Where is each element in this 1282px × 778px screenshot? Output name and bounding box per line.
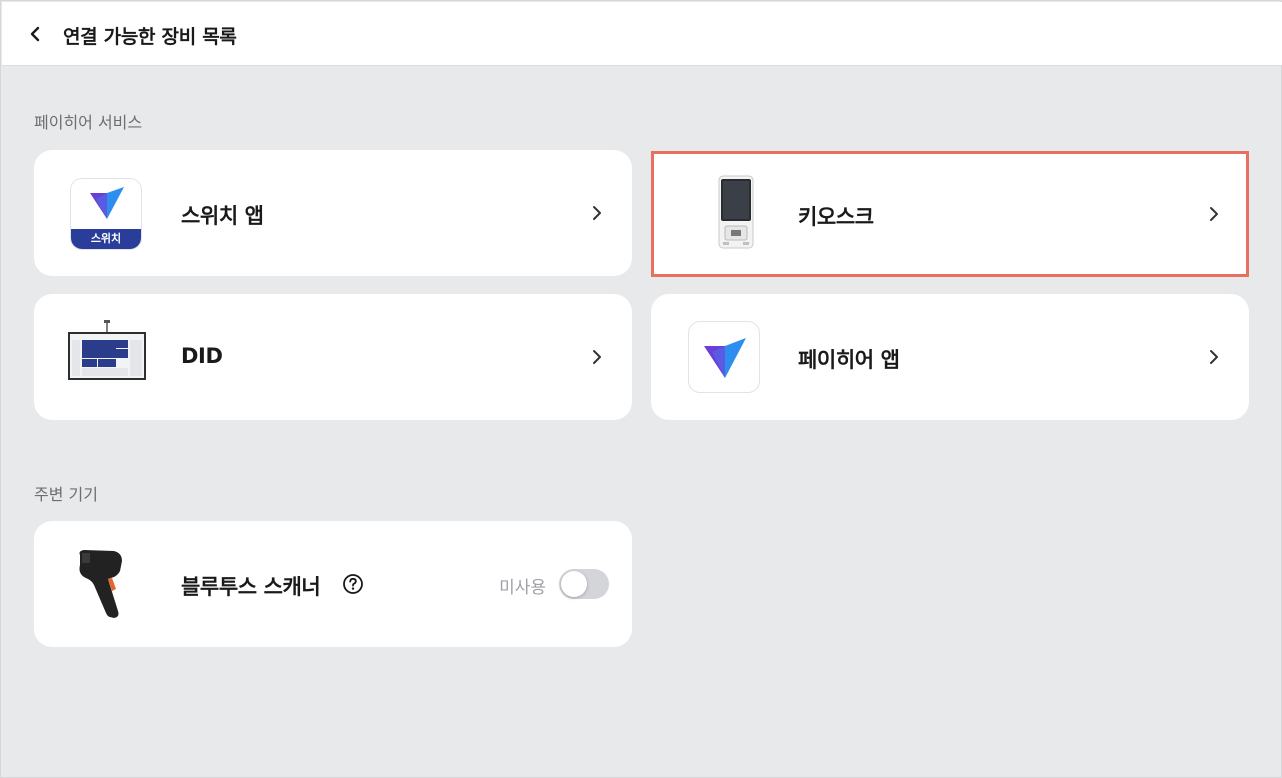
device-card-label: 페이히어 앱 [798, 348, 900, 372]
chevron-right-icon [593, 206, 601, 220]
scanner-toggle-switch[interactable] [559, 569, 609, 599]
section-title-payhere-service: 페이히어 서비스 [34, 113, 143, 132]
chevron-right-icon [593, 350, 601, 364]
device-card-label: DID [181, 344, 223, 368]
device-card-bluetooth-scanner: 블루투스 스캐너 미사용 [34, 521, 632, 647]
back-button[interactable] [22, 20, 50, 48]
chevron-right-icon [1210, 350, 1218, 364]
did-display-image [66, 318, 148, 384]
app-frame: 연결 가능한 장비 목록 페이히어 서비스 스위치 스위치 앱 키오스크 DID… [0, 0, 1282, 778]
device-card-label: 스위치 앱 [181, 204, 264, 228]
toggle-status-label: 미사용 [499, 578, 546, 598]
barcode-scanner-image [74, 547, 144, 621]
device-card-payhere-app[interactable]: 페이히어 앱 [651, 294, 1249, 420]
device-card-label: 블루투스 스캐너 [181, 575, 321, 599]
kiosk-highlight-frame [651, 151, 1249, 277]
device-card-switch-app[interactable]: 스위치 스위치 앱 [34, 150, 632, 276]
switch-app-thumb: 스위치 [69, 177, 143, 251]
page-title: 연결 가능한 장비 목록 [63, 26, 237, 48]
chevron-left-icon [30, 26, 40, 42]
switch-app-badge: 스위치 [71, 229, 141, 249]
switch-app-icon: 스위치 [70, 178, 142, 250]
device-card-did[interactable]: DID [34, 294, 632, 420]
top-bar: 연결 가능한 장비 목록 [2, 2, 1282, 66]
toggle-knob [561, 571, 587, 597]
section-title-peripherals: 주변 기기 [34, 485, 98, 504]
help-circle-icon[interactable] [342, 573, 364, 595]
payhere-app-thumb [687, 320, 761, 394]
payhere-app-icon [688, 321, 760, 393]
